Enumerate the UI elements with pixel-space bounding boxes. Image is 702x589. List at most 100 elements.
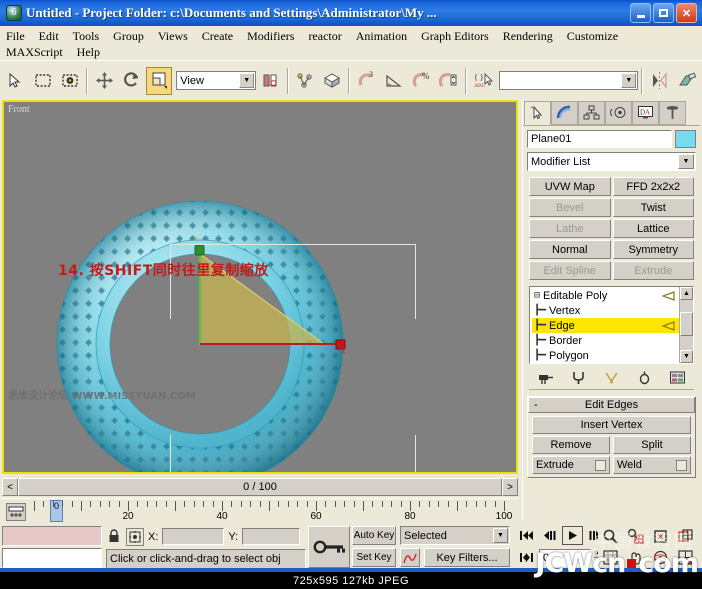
weld-button[interactable]: Weld [613,456,691,474]
menu-item-create[interactable]: Create [200,29,235,44]
modifier-button-symmetry[interactable]: Symmetry [612,240,694,259]
stack-item-editable-poly[interactable]: ⊟ Editable Poly [532,288,679,303]
menu-item-rendering[interactable]: Rendering [501,29,555,44]
modifier-button-ffd-2x2x2[interactable]: FFD 2x2x2 [612,177,694,196]
menu-item-tools[interactable]: Tools [71,29,102,44]
motion-tab[interactable] [605,100,632,125]
collapse-icon[interactable]: - [534,399,538,411]
function-curve-icon[interactable] [400,548,420,567]
angle-snap-tool[interactable] [380,66,408,95]
front-viewport[interactable]: Front Y X 14. 按SHIFT同时往里复制缩放 思缘设计论坛 WWW.… [2,100,518,474]
modify-tab[interactable] [551,100,578,125]
chevron-down-icon[interactable]: ▼ [239,73,255,88]
insert-vertex-button[interactable]: Insert Vertex [532,416,691,434]
menu-item-help[interactable]: Help [75,45,102,60]
modifier-stack[interactable]: ⊟ Editable Poly ┣━ Vertex ┣━ Edge ┣━ Border ┣━ Po… [529,286,694,364]
create-tab[interactable] [524,100,551,125]
spinner-snap-tool[interactable] [435,66,462,95]
key-mode-toggle-icon[interactable] [516,548,537,567]
make-unique-icon[interactable] [603,370,620,385]
modifier-button-edit-spline[interactable]: Edit Spline [529,261,611,280]
modifier-button-normal[interactable]: Normal [529,240,611,259]
menu-item-maxscript[interactable]: MAXScript [4,45,65,60]
x-coordinate-field[interactable] [162,528,225,545]
select-by-name-tool[interactable] [56,66,84,95]
snaps-toggle-tool[interactable]: 3 [353,66,380,95]
previous-frame-button[interactable] [539,526,560,545]
chevron-down-icon[interactable]: ▼ [678,154,694,169]
stack-item-border[interactable]: ┣━ Border [532,333,679,348]
modifier-button-lathe[interactable]: Lathe [529,219,611,238]
mirror-geometry-tool[interactable] [646,66,673,95]
extrude-button[interactable]: Extrude [532,456,610,474]
modifier-button-bevel[interactable]: Bevel [529,198,611,217]
selection-filter-dropdown[interactable]: Selected ▼ [400,526,510,545]
bind-to-space-warp-tool[interactable] [318,66,346,95]
play-animation-button[interactable] [562,526,583,545]
select-and-rotate-tool[interactable] [118,66,145,95]
modifier-button-uvw-map[interactable]: UVW Map [529,177,611,196]
show-end-result-icon[interactable] [570,370,587,385]
menu-item-animation[interactable]: Animation [354,29,409,44]
configure-modifier-sets-icon[interactable] [669,370,686,385]
stack-item-vertex[interactable]: ┣━ Vertex [532,303,679,318]
lock-icon[interactable] [106,528,122,546]
chevron-down-icon[interactable]: ▼ [621,73,637,88]
display-tab[interactable]: DA [632,100,659,125]
selection-lock-icon[interactable] [126,527,144,546]
scroll-down-icon[interactable]: ▼ [680,350,693,363]
remove-button[interactable]: Remove [532,436,610,454]
maximize-button[interactable] [653,3,674,23]
modifier-button-extrude[interactable]: Extrude [612,261,694,280]
select-region-tool[interactable] [29,66,56,95]
goto-start-button[interactable] [516,526,537,545]
select-object-tool[interactable] [2,66,29,95]
percent-snap-tool[interactable]: % [408,66,435,95]
time-slider[interactable]: < 0 / 100 > [2,477,518,497]
menu-item-graph-editors[interactable]: Graph Editors [419,29,491,44]
select-and-scale-tool[interactable] [145,66,173,95]
modifier-stack-list[interactable]: ⊟ Editable Poly ┣━ Vertex ┣━ Edge ┣━ Border ┣━ Po… [530,287,679,363]
time-slider-next-button[interactable]: > [502,478,518,496]
use-pivot-center-tool[interactable] [257,66,284,95]
set-key-button[interactable]: Set Key [352,548,396,567]
split-button[interactable]: Split [613,436,691,454]
hierarchy-tab[interactable] [578,100,605,125]
named-selection-sets-tool[interactable]: { } ABC [469,66,497,95]
menu-item-customize[interactable]: Customize [565,29,620,44]
track-bar[interactable]: 0 20 40 60 80 100 [0,498,518,524]
menu-item-modifiers[interactable]: Modifiers [245,29,296,44]
material-editor-tool[interactable] [673,66,701,95]
reference-coordinate-system-dropdown[interactable]: View ▼ [176,71,257,90]
select-and-link-tool[interactable] [291,66,318,95]
auto-key-button[interactable]: Auto Key [352,526,396,545]
menu-item-file[interactable]: File [4,29,27,44]
modifier-button-twist[interactable]: Twist [612,198,694,217]
edit-edges-rollout-header[interactable]: - Edit Edges [528,397,695,413]
scale-gizmo[interactable]: Y X [4,102,516,472]
extrude-settings-icon[interactable] [595,459,606,471]
weld-settings-icon[interactable] [676,459,687,471]
pin-stack-icon[interactable] [537,370,554,385]
object-name-field[interactable]: Plane01 [527,130,672,148]
named-selection-set-field[interactable]: ▼ [499,71,639,90]
mini-curve-editor-icon[interactable] [6,503,26,521]
stack-item-polygon[interactable]: ┣━ Polygon [532,348,679,363]
track-bar-ruler[interactable]: 0 20 40 60 80 100 [34,499,514,525]
y-coordinate-field[interactable] [242,528,301,545]
add-time-tag-button[interactable] [308,526,350,568]
menu-item-reactor[interactable]: reactor [306,29,343,44]
stack-item-edge[interactable]: ┣━ Edge [532,318,679,333]
scrollbar-thumb[interactable] [680,312,693,336]
time-slider-prev-button[interactable]: < [2,478,18,496]
minimize-button[interactable] [630,3,651,23]
object-color-swatch[interactable] [675,130,696,148]
modifier-button-lattice[interactable]: Lattice [612,219,694,238]
menu-item-edit[interactable]: Edit [37,29,61,44]
modifier-stack-scrollbar[interactable]: ▲ ▼ [679,287,693,363]
remove-modifier-icon[interactable] [636,370,653,385]
time-slider-frame-field[interactable]: 0 / 100 [18,478,502,496]
stack-item-element[interactable]: ┣━Element [532,363,679,364]
chevron-down-icon[interactable]: ▼ [493,528,508,543]
scroll-up-icon[interactable]: ▲ [680,287,693,300]
